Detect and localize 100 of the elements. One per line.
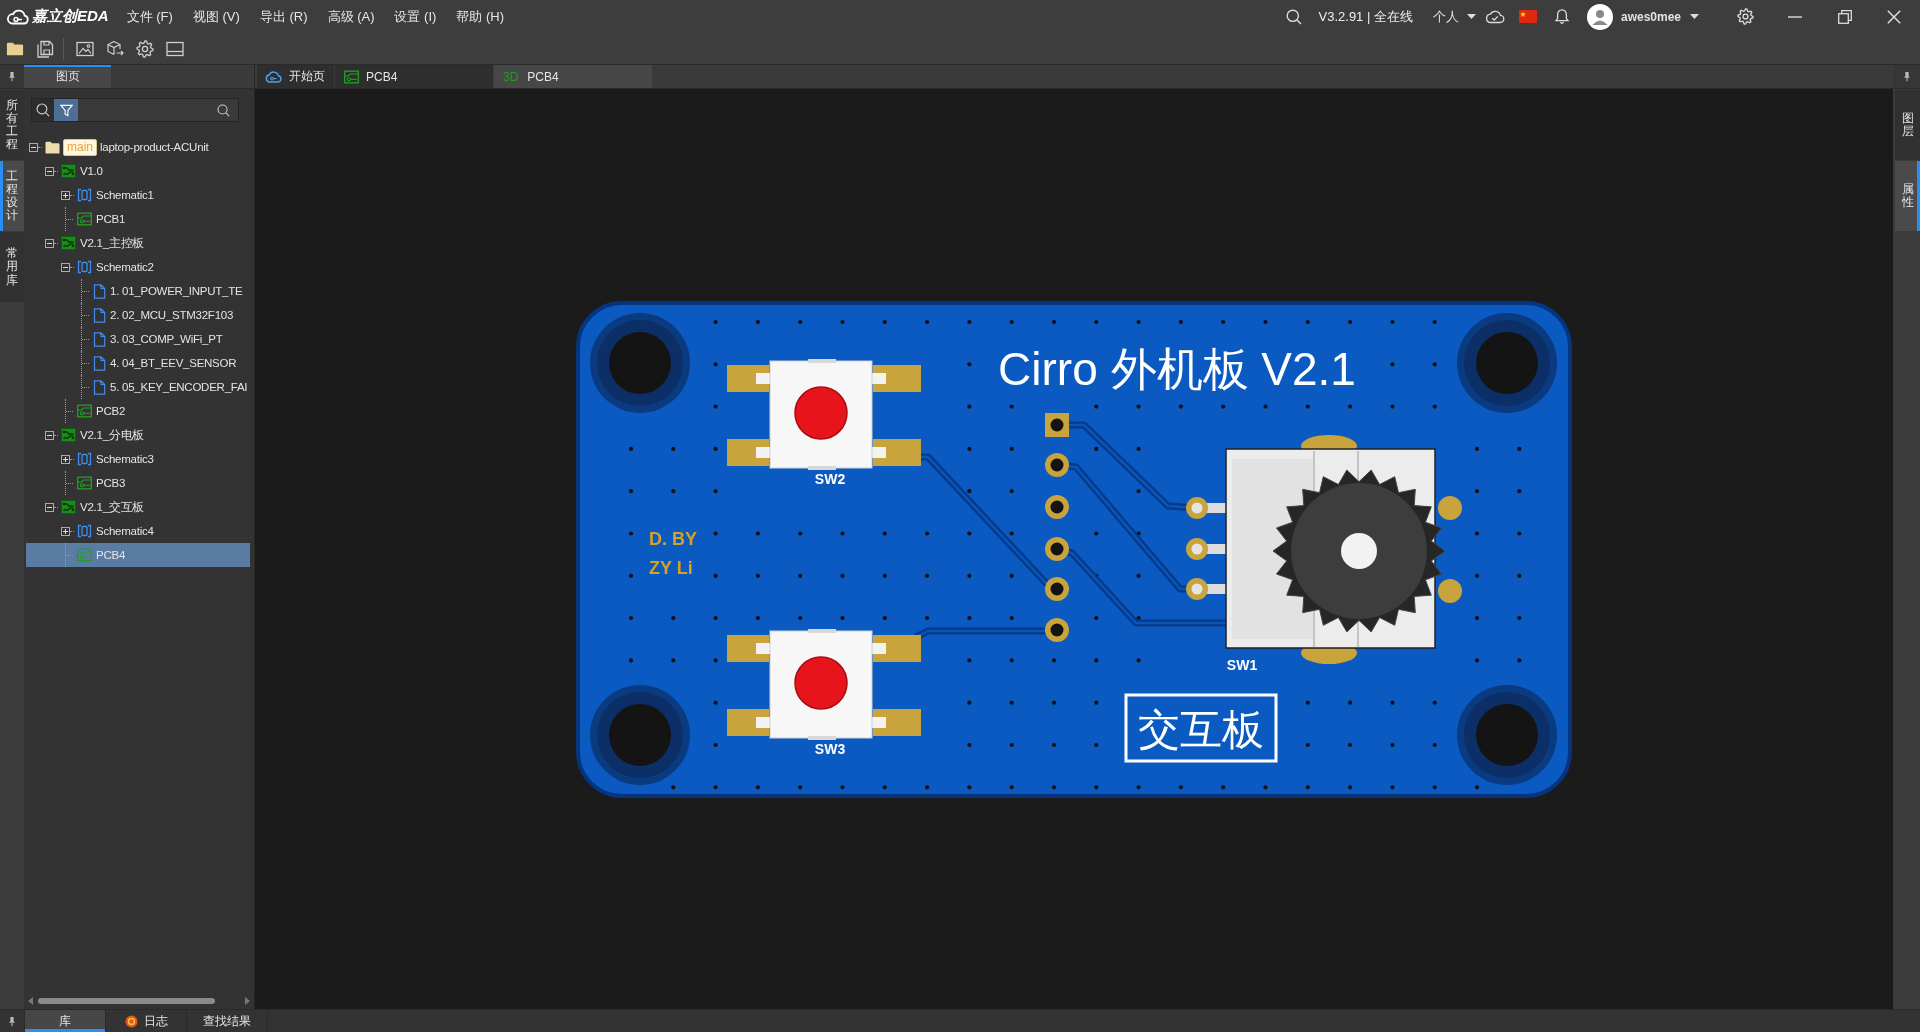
user-menu[interactable]: awes0mee (1620, 9, 1699, 24)
schematic-icon (77, 260, 92, 274)
menu-item[interactable]: 导出 (R) (249, 4, 318, 29)
document-tab[interactable]: 开始页 (257, 65, 334, 88)
schematic-icon (77, 524, 92, 538)
pcb-icon (344, 69, 359, 84)
pcb-icon (77, 212, 92, 226)
tree-item[interactable]: Schematic4 (26, 519, 250, 543)
plus-box-icon[interactable] (61, 190, 70, 200)
minus-box-icon[interactable] (45, 430, 54, 440)
pin-icon[interactable] (8, 71, 16, 82)
search-icon (36, 103, 50, 117)
schematic-icon (77, 452, 92, 466)
tree-item[interactable]: 4. 04_BT_EEV_SENSOR (26, 351, 250, 375)
pin-icon[interactable] (1902, 71, 1911, 82)
3d-view-label: 3D (503, 69, 519, 84)
side-tab[interactable]: 属性 (1895, 161, 1920, 231)
panel-layout-icon[interactable] (166, 40, 184, 57)
filter-button[interactable] (54, 99, 78, 121)
minus-box-icon[interactable] (61, 262, 70, 272)
minus-box-icon[interactable] (45, 502, 54, 512)
tree-item[interactable]: 2. 02_MCU_STM32F103 (26, 303, 250, 327)
app-logo-text: 嘉立创EDA (32, 7, 109, 26)
cloud-check-icon[interactable] (1484, 9, 1505, 24)
tree-item[interactable]: 1. 01_POWER_INPUT_TE (26, 279, 250, 303)
board-title: Cirro 外机板 V2.1 (998, 342, 1356, 395)
search-icon[interactable] (1285, 8, 1302, 25)
horizontal-scrollbar[interactable] (28, 997, 250, 1005)
page-icon (93, 331, 106, 347)
page-icon (93, 355, 106, 371)
component-designator: SW1 (1226, 656, 1258, 673)
side-tab[interactable]: 图层 (1895, 90, 1920, 160)
side-tab[interactable]: 所有工程 (0, 90, 24, 160)
tree-item[interactable]: PCB1 (26, 207, 250, 231)
tree-item[interactable]: Schematic1 (26, 183, 250, 207)
panel-tab[interactable]: 图页 (24, 65, 111, 88)
scroll-right-icon[interactable] (245, 997, 250, 1005)
tree-item[interactable]: V1.0 (26, 159, 250, 183)
cube-export-icon[interactable] (106, 39, 124, 58)
menu-item[interactable]: 视图 (V) (182, 4, 250, 29)
tree-item[interactable]: 5. 05_KEY_ENCODER_FAI (26, 375, 250, 399)
document-tab[interactable]: 3D PCB4 (494, 65, 652, 88)
scrollbar-thumb[interactable] (38, 998, 215, 1004)
page-icon (93, 283, 106, 299)
document-tab[interactable]: PCB4 (335, 65, 493, 88)
minus-box-icon[interactable] (29, 142, 38, 152)
caret-icon (1690, 14, 1699, 19)
cloud-icon (265, 70, 282, 83)
minus-box-icon[interactable] (45, 166, 54, 176)
board-label: 交互板 (1138, 705, 1264, 753)
settings-icon[interactable] (136, 39, 154, 58)
restore-icon[interactable] (1838, 9, 1852, 24)
designer-credit: D. BY (649, 528, 697, 549)
search-mode-button[interactable] (32, 99, 54, 121)
side-tab[interactable]: 常用库 (0, 232, 24, 302)
tree-item[interactable]: main laptop-product-ACUnit (26, 135, 250, 159)
tree-item[interactable]: Schematic3 (26, 447, 250, 471)
menu-item[interactable]: 设置 (I) (384, 4, 447, 29)
bell-icon[interactable] (1553, 8, 1570, 25)
avatar-icon[interactable] (1586, 3, 1613, 30)
tree-item[interactable]: PCB3 (26, 471, 250, 495)
designer-credit: ZY Li (649, 557, 693, 578)
tree-item[interactable]: Schematic2 (26, 255, 250, 279)
settings-icon[interactable] (1737, 8, 1754, 25)
menu-item[interactable]: 帮助 (H) (446, 4, 515, 29)
save-icon[interactable] (36, 39, 54, 58)
workspace-dropdown[interactable]: 个人 (1432, 7, 1476, 26)
folder-icon[interactable] (6, 40, 24, 57)
plus-box-icon[interactable] (61, 454, 70, 464)
circuit-board-icon (61, 500, 76, 514)
pin-icon[interactable] (8, 1015, 16, 1027)
bottom-tab[interactable]: 日志 (106, 1010, 187, 1032)
plus-box-icon[interactable] (61, 526, 70, 536)
tree-item[interactable]: 3. 03_COMP_WiFi_PT (26, 327, 250, 351)
bottom-tab[interactable]: 查找结果 (187, 1010, 268, 1032)
scroll-left-icon[interactable] (28, 997, 33, 1005)
image-icon[interactable] (76, 40, 94, 57)
version-status-text: V3.2.91 | 全在线 (1318, 7, 1413, 26)
circuit-board-icon (61, 164, 76, 178)
tree-item[interactable]: PCB2 (26, 399, 250, 423)
pcb-icon (77, 404, 92, 418)
pcb-icon (77, 476, 92, 490)
circuit-board-icon (61, 428, 76, 442)
page-icon (93, 379, 106, 395)
menu-item[interactable]: 文件 (F) (116, 4, 183, 29)
bottom-tab[interactable]: 库 (25, 1010, 106, 1032)
cloud-logo-icon (7, 8, 29, 25)
folder-icon (45, 140, 60, 154)
search-icon[interactable] (217, 103, 230, 117)
branch-badge: main (63, 138, 97, 156)
close-icon[interactable] (1887, 9, 1901, 24)
component-designator: SW3 (814, 740, 846, 757)
tree-item[interactable]: V2.1_分电板 (26, 423, 250, 447)
flag-icon[interactable] (1518, 10, 1537, 23)
tree-item[interactable]: V2.1_交互板 (26, 495, 250, 519)
minus-box-icon[interactable] (45, 238, 54, 248)
tree-item[interactable]: V2.1_主控板 (26, 231, 250, 255)
menu-item[interactable]: 高级 (A) (317, 4, 385, 29)
search-field[interactable] (31, 98, 239, 122)
side-tab[interactable]: 工程设计 (0, 161, 24, 231)
